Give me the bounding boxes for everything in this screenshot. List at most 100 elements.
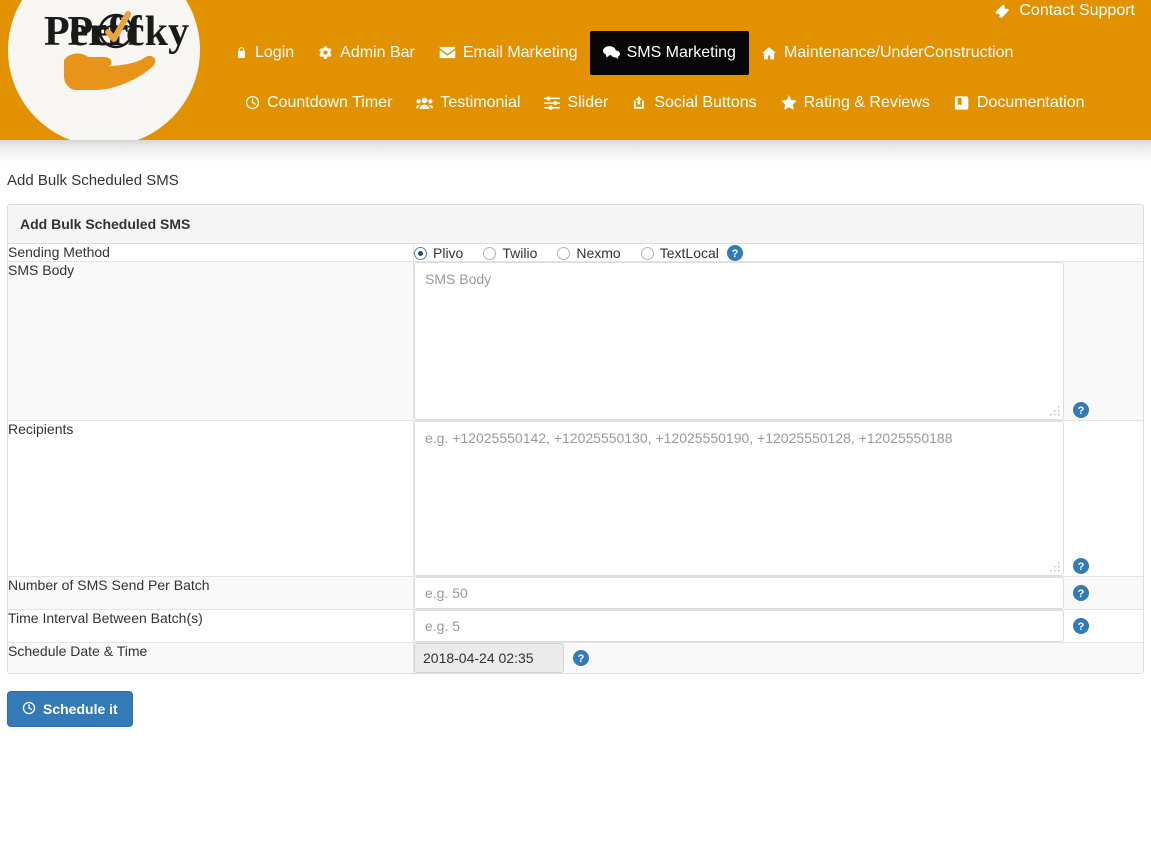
sms-body-field: ? <box>414 262 1143 420</box>
submit-area: Schedule it <box>7 691 1151 727</box>
batch-size-input[interactable] <box>414 577 1064 609</box>
panel-heading: Add Bulk Scheduled SMS <box>8 205 1143 244</box>
table-row-sending-method: Sending Method Plivo Twilio Nexmo TextLo… <box>8 244 1143 262</box>
nav-item-documentation[interactable]: Documentation <box>942 87 1097 119</box>
interval-field: ? <box>414 610 1143 642</box>
comments-icon <box>602 45 620 60</box>
radio-option-twilio[interactable]: Twilio <box>483 246 537 260</box>
clock-icon <box>245 95 260 110</box>
nav-item-sms-marketing[interactable]: SMS Marketing <box>589 30 749 75</box>
svg-text:cky: cky <box>126 9 189 55</box>
nav-label: Documentation <box>976 93 1085 111</box>
sending-method-field: Plivo Twilio Nexmo TextLocal ? <box>414 244 1143 261</box>
nav-label: SMS Marketing <box>626 43 736 61</box>
form-panel: Add Bulk Scheduled SMS Sending Method Pl… <box>7 204 1144 674</box>
nav-label: Maintenance/UnderConstruction <box>783 43 1014 61</box>
svg-text:?: ? <box>578 653 585 665</box>
radio-label: TextLocal <box>659 245 719 261</box>
radio-label: Nexmo <box>576 245 621 261</box>
page-content: Add Bulk Scheduled SMS Add Bulk Schedule… <box>0 162 1151 727</box>
svg-text:?: ? <box>1078 588 1085 600</box>
ticket-icon <box>994 2 1012 20</box>
nav-label: Testimonial <box>440 93 521 111</box>
help-circle-icon[interactable]: ? <box>1073 402 1089 418</box>
users-icon <box>416 96 434 110</box>
schedule-it-label: Schedule it <box>43 701 118 717</box>
help-circle-icon[interactable]: ? <box>1073 618 1089 634</box>
table-row-recipients: Recipients ? <box>8 420 1143 577</box>
nav-row-primary: Login Admin Bar Email Marketing SMS Mark… <box>223 30 1145 75</box>
radio-option-textlocal[interactable]: TextLocal <box>640 245 719 261</box>
nav-label: Rating & Reviews <box>803 93 930 111</box>
contact-support-label: Contact Support <box>1019 2 1135 19</box>
help-circle-icon[interactable]: ? <box>726 245 743 261</box>
schedule-label: Schedule Date & Time <box>8 642 414 673</box>
nav-label: Admin Bar <box>340 43 415 61</box>
help-circle-icon[interactable]: ? <box>1073 585 1089 601</box>
clock-icon <box>22 701 36 717</box>
sms-body-input[interactable] <box>414 262 1064 420</box>
svg-text:?: ? <box>1078 621 1085 633</box>
schedule-field: ? <box>414 643 1143 673</box>
nav-item-slider[interactable]: Slider <box>532 87 620 119</box>
nav-item-maintenance[interactable]: Maintenance/UnderConstruction <box>749 37 1025 69</box>
sending-method-radio-group: Plivo Twilio Nexmo TextLocal ? <box>414 244 743 261</box>
nav-label: Email Marketing <box>462 43 578 61</box>
radio-label: Plivo <box>433 245 464 261</box>
book-icon <box>954 95 970 110</box>
sliders-icon <box>544 95 561 110</box>
radio-twilio[interactable] <box>483 246 497 260</box>
share-icon <box>632 95 647 110</box>
sms-body-label: SMS Body <box>8 261 414 421</box>
svg-text:?: ? <box>1078 561 1085 573</box>
nav-item-email-marketing[interactable]: Email Marketing <box>427 37 590 69</box>
recipients-label: Recipients <box>8 420 414 577</box>
radio-option-nexmo[interactable]: Nexmo <box>557 245 621 261</box>
nav-item-rating-reviews[interactable]: Rating & Reviews <box>769 87 942 119</box>
help-circle-icon[interactable]: ? <box>1073 558 1089 574</box>
radio-nexmo[interactable] <box>557 246 571 260</box>
home-icon <box>761 46 777 60</box>
header-shadow <box>0 140 1151 162</box>
radio-plivo[interactable] <box>414 246 427 260</box>
interval-label: Time Interval Between Batch(s) <box>8 609 414 643</box>
schedule-datetime-input[interactable] <box>414 643 564 673</box>
table-row-interval: Time Interval Between Batch(s) ? <box>8 609 1143 643</box>
site-header: Perf x Perf cky Contact Support <box>0 0 1151 146</box>
contact-support-link[interactable]: Contact Support <box>994 2 1135 20</box>
logo[interactable]: Perf x Perf cky <box>8 0 200 146</box>
nav-label: Social Buttons <box>654 93 757 111</box>
nav-label: Countdown Timer <box>267 93 393 111</box>
table-row-sms-body: SMS Body ? <box>8 261 1143 421</box>
gear-icon <box>318 45 333 60</box>
batch-size-label: Number of SMS Send Per Batch <box>8 576 414 610</box>
help-circle-icon[interactable]: ? <box>573 650 589 666</box>
recipients-textarea-wrap <box>414 421 1064 576</box>
nav-item-social-buttons[interactable]: Social Buttons <box>620 87 768 119</box>
nav-item-testimonial[interactable]: Testimonial <box>404 87 532 119</box>
logo-graphic: Perf x Perf cky <box>8 0 200 110</box>
lock-icon <box>235 45 248 60</box>
nav-label: Slider <box>567 93 609 111</box>
recipients-input[interactable] <box>414 421 1064 576</box>
table-row-batch-size: Number of SMS Send Per Batch ? <box>8 576 1143 610</box>
nav-item-admin-bar[interactable]: Admin Bar <box>306 37 427 69</box>
interval-input[interactable] <box>414 610 1064 642</box>
schedule-it-button[interactable]: Schedule it <box>7 691 133 727</box>
radio-label: Twilio <box>502 245 538 261</box>
nav-row-secondary: Countdown Timer Testimonial Slider Socia… <box>233 80 1145 125</box>
table-row-schedule: Schedule Date & Time ? <box>8 642 1143 673</box>
radio-textlocal[interactable] <box>640 246 654 260</box>
form-table: Sending Method Plivo Twilio Nexmo TextLo… <box>8 244 1143 673</box>
nav-label: Login <box>255 43 295 61</box>
sending-method-label: Sending Method <box>8 244 414 262</box>
nav-item-login[interactable]: Login <box>223 37 306 69</box>
sms-body-textarea-wrap <box>414 262 1064 420</box>
perfecky-logo-icon: Perf x Perf cky <box>44 9 189 90</box>
recipients-field: ? <box>414 421 1143 576</box>
main-navigation: Login Admin Bar Email Marketing SMS Mark… <box>215 30 1145 125</box>
svg-text:?: ? <box>732 248 739 260</box>
radio-option-plivo[interactable]: Plivo <box>414 246 463 260</box>
envelope-icon <box>439 46 456 59</box>
nav-item-countdown-timer[interactable]: Countdown Timer <box>233 87 404 119</box>
